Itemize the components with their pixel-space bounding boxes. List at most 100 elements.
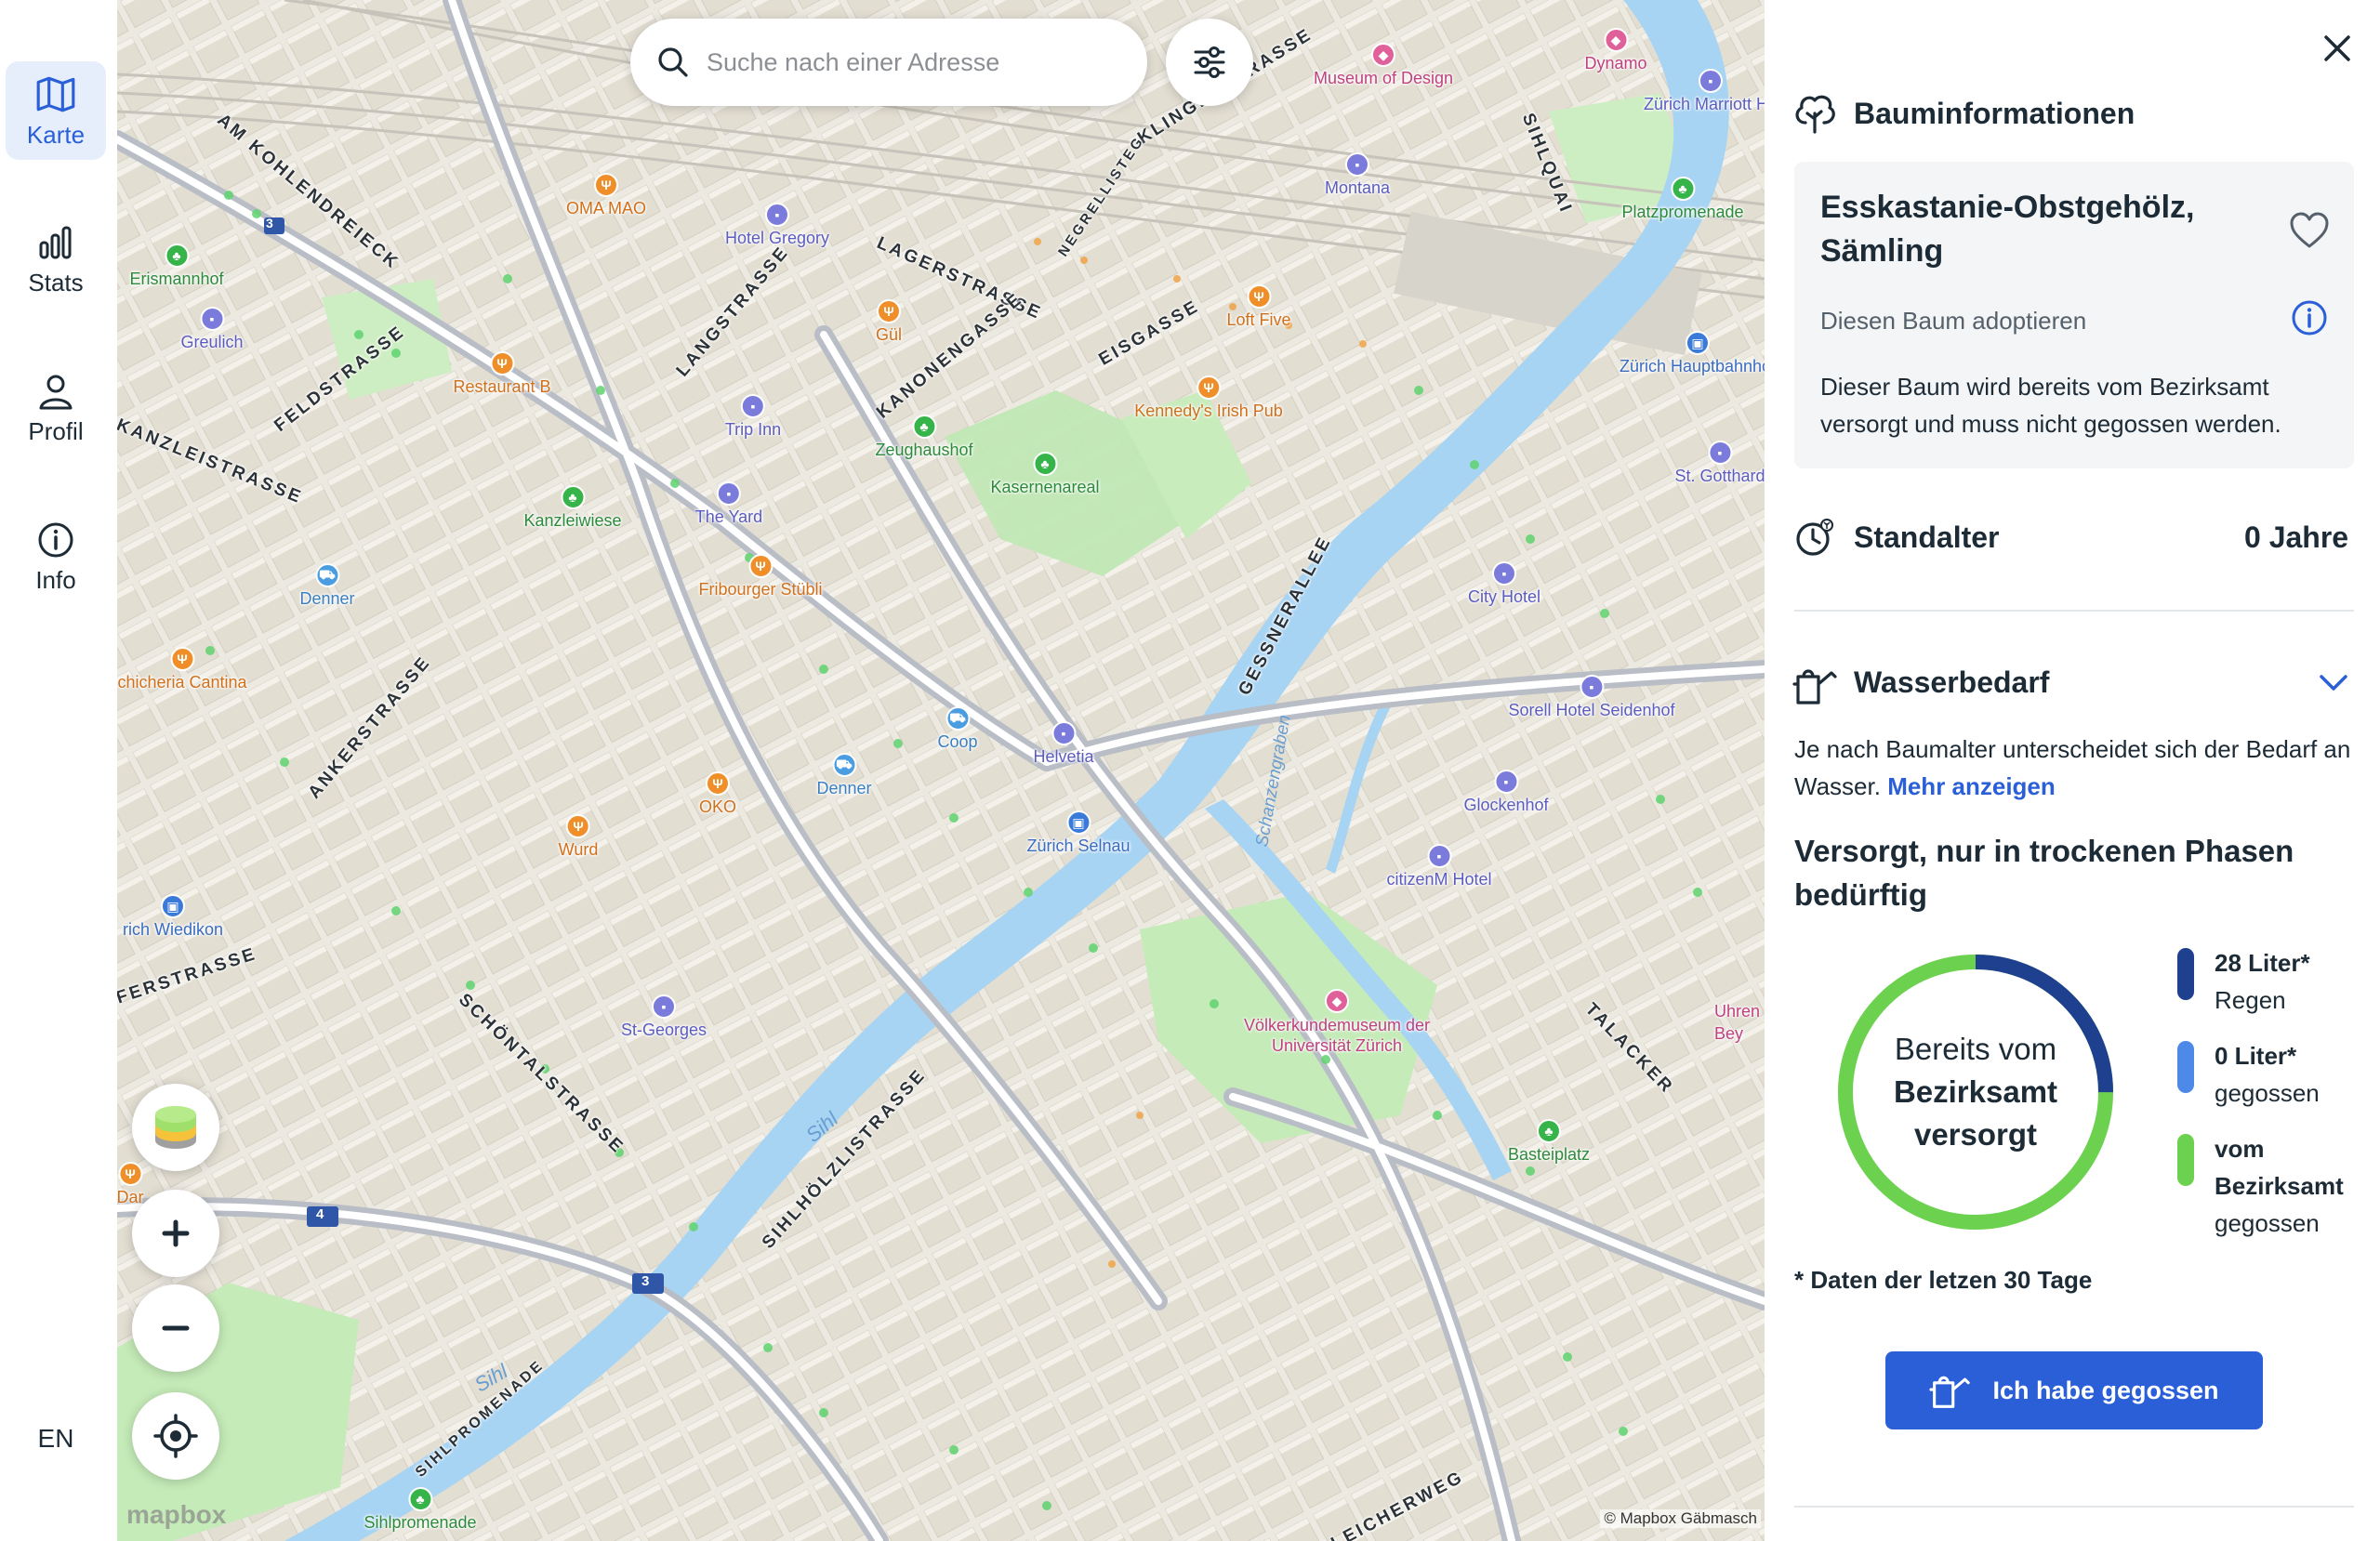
- supply-status-title: Versorgt, nur in trockenen Phasen bedürf…: [1794, 834, 2294, 912]
- water-need-label: Wasserbedarf: [1854, 665, 2050, 699]
- tree-name: Esskastanie-Obstgehölz, Sämling: [1820, 190, 2195, 269]
- poi-marker[interactable]: Ψ Gül: [876, 299, 902, 345]
- map-canvas[interactable]: 3 4 3 AM KOHLENDREIECK KLINGENSTRASSE NE…: [117, 0, 1765, 1541]
- poi-marker[interactable]: ▪ Greulich: [180, 307, 244, 352]
- poi-marker[interactable]: ▪ Montana: [1325, 152, 1390, 198]
- nav-label-stats: Stats: [28, 268, 84, 296]
- legend-value: 28 Liter*: [2215, 949, 2310, 977]
- route-shield-4: 4: [316, 1206, 324, 1222]
- route-shield-3b: 3: [641, 1273, 650, 1289]
- nav-label-info: Info: [35, 565, 76, 594]
- divider: [1794, 610, 2354, 612]
- info-circle-icon[interactable]: [2291, 299, 2328, 336]
- donut-center-text: Bereits vom Bezirksamt versorgt: [1850, 1028, 2101, 1156]
- zoom-in-button[interactable]: [132, 1190, 219, 1277]
- layers-icon: [155, 1106, 196, 1149]
- poi-marker[interactable]: ▣ rich Wiedikon: [123, 894, 223, 940]
- poi-marker[interactable]: ▪ Sorell Hotel Seidenhof: [1508, 675, 1675, 720]
- poi-marker[interactable]: Ψ OKO: [699, 771, 736, 817]
- tree-icon: [1795, 95, 1835, 134]
- poi-marker[interactable]: ▪ citizenM Hotel: [1386, 844, 1492, 889]
- language-switch[interactable]: EN: [0, 1424, 112, 1454]
- filter-button[interactable]: [1166, 19, 1253, 106]
- poi-marker[interactable]: ♣ Kanzleiwiese: [523, 485, 622, 531]
- poi-marker[interactable]: ▪ Hotel Gregory: [725, 203, 829, 248]
- layers-button[interactable]: [132, 1084, 219, 1171]
- nav-item-info[interactable]: Info: [6, 507, 106, 606]
- poi-marker[interactable]: Ψ Fribourger Stübli: [698, 554, 823, 599]
- info-icon: [38, 522, 73, 557]
- legend-swatch: [2177, 1134, 2194, 1186]
- watering-can-icon: [1792, 669, 1837, 705]
- poi-marker[interactable]: ◆ Museum of Design: [1314, 43, 1453, 88]
- legend-rain: 28 Liter* Regen: [2177, 944, 2335, 1019]
- poi-marker[interactable]: ▪ Glockenhof: [1463, 770, 1549, 815]
- legend-label: gegossen: [2215, 1079, 2320, 1107]
- legend-swatch: [2177, 948, 2194, 1000]
- poi-marker[interactable]: ▪ St. Gotthard: [1674, 441, 1765, 486]
- legend-swatch: [2177, 1041, 2194, 1093]
- poi-marker[interactable]: Ψchicheria Cantina: [117, 647, 247, 692]
- watering-can-icon: [1929, 1376, 1971, 1408]
- mapbox-logo: mapbox: [126, 1500, 227, 1529]
- nav-item-stats[interactable]: Stats: [6, 210, 106, 309]
- poi-marker[interactable]: ⛟ Denner: [816, 753, 872, 798]
- poi-marker[interactable]: ◆ Dynamo: [1584, 28, 1647, 73]
- poi-marker[interactable]: ▪ City Hotel: [1468, 561, 1540, 607]
- search-icon: [658, 47, 688, 77]
- more-link[interactable]: Mehr anzeigen: [1887, 772, 2056, 800]
- tree-status-text: Dieser Baum wird bereits vom Bezirksamt …: [1820, 373, 2281, 438]
- poi-marker[interactable]: Ψ Restaurant B: [453, 351, 551, 397]
- data-footnote: * Daten der letzen 30 Tage: [1794, 1266, 2093, 1294]
- poi-marker[interactable]: ▪ Zürich Marriott Ho: [1644, 69, 1765, 114]
- route-shield-3: 3: [266, 216, 273, 230]
- zoom-out-button[interactable]: [132, 1284, 219, 1372]
- poi-marker[interactable]: ▣ Zürich Selnau: [1026, 810, 1130, 856]
- i-watered-button[interactable]: Ich habe gegossen: [1885, 1351, 2263, 1429]
- i-watered-label: Ich habe gegossen: [1992, 1376, 2219, 1404]
- panel-title: Bauminformationen: [1854, 97, 2135, 130]
- poi-marker[interactable]: Uhren Bey: [1714, 998, 1765, 1045]
- nav-item-karte[interactable]: Karte: [6, 61, 106, 160]
- poi-marker[interactable]: ♣ Zeughaushof: [875, 415, 973, 460]
- nav-item-profil[interactable]: Profil: [6, 359, 106, 457]
- poi-marker[interactable]: ♣ Sihlpromenade: [364, 1487, 477, 1533]
- legend-value: 0 Liter*: [2215, 1042, 2297, 1070]
- age-label: Standalter: [1854, 520, 2000, 554]
- map-attribution[interactable]: © Mapbox Gäbmasch: [1600, 1509, 1761, 1528]
- side-navigation: Karte Stats Profil Info EN: [0, 0, 117, 1541]
- poi-marker[interactable]: ♣ Basteiplatz: [1508, 1119, 1590, 1165]
- crosshair-icon: [153, 1414, 198, 1458]
- search-input[interactable]: [707, 47, 1116, 77]
- donut-line: Bezirksamt: [1893, 1074, 2058, 1109]
- legend-district: vom Bezirksamt gegossen: [2177, 1130, 2354, 1242]
- poi-marker[interactable]: Ψ Dar: [117, 1162, 144, 1207]
- poi-marker[interactable]: ♣ Erismannhof: [129, 244, 224, 289]
- poi-marker[interactable]: ▪ The Yard: [695, 481, 762, 527]
- tree-age-clock-icon: [1796, 519, 1833, 556]
- adopt-tree-link[interactable]: Diesen Baum adoptieren: [1820, 307, 2086, 336]
- poi-marker[interactable]: ▪ St-Georges: [621, 994, 707, 1040]
- poi-marker[interactable]: ▣ Zürich Hauptbahnhof: [1620, 331, 1765, 376]
- poi-marker[interactable]: Ψ OMA MAO: [566, 173, 646, 218]
- poi-marker[interactable]: Ψ Loft Five: [1226, 284, 1291, 330]
- poi-marker[interactable]: Ψ Kennedy's Irish Pub: [1134, 375, 1283, 421]
- close-icon[interactable]: [2319, 30, 2356, 67]
- poi-marker[interactable]: ⛟ Coop: [937, 706, 978, 752]
- address-search: [630, 19, 1147, 106]
- poi-marker[interactable]: Ψ Wurd: [559, 814, 598, 860]
- poi-marker[interactable]: ◆ Völkerkundemuseum der Universität Züric…: [1225, 989, 1448, 1056]
- poi-marker[interactable]: ♣ Kasernenareal: [990, 452, 1100, 497]
- poi-marker[interactable]: ▪ Helvetia: [1033, 721, 1094, 767]
- chevron-down-icon[interactable]: [2319, 673, 2348, 693]
- legend-watered: 0 Liter* gegossen: [2177, 1037, 2335, 1112]
- locate-button[interactable]: [132, 1392, 219, 1480]
- nav-label-karte: Karte: [26, 120, 86, 149]
- poi-marker[interactable]: ⛟ Denner: [299, 563, 355, 609]
- poi-marker[interactable]: ♣ Platzpromenade: [1621, 177, 1744, 222]
- sliders-icon: [1194, 46, 1225, 78]
- nav-label-profil: Profil: [28, 416, 84, 445]
- poi-marker[interactable]: ▪ Trip Inn: [725, 394, 781, 440]
- legend-value: vom Bezirksamt: [2215, 1135, 2344, 1200]
- heart-icon[interactable]: [2289, 212, 2330, 249]
